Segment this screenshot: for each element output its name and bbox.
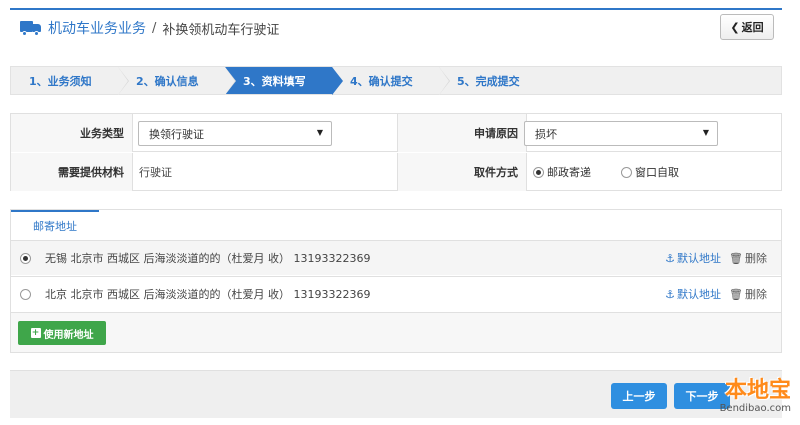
anchor-icon: ⚓ [665,251,676,265]
step-1-label: 1、业务须知 [29,74,92,88]
business-type-label: 业务类型 [11,114,133,152]
set-default-link[interactable]: ⚓ 默认地址 [665,286,721,302]
page-header: 机动车业务业务 / 补换领机动车行驶证 ❮ 返回 [10,10,782,46]
address-text: 北京 北京市 西城区 后海淡淡道的的（杜爱月 收） 13193322369 [45,288,371,301]
plus-icon: + [30,328,41,338]
address-panel: 邮寄地址 无锡 北京市 西城区 后海淡淡道的的（杜爱月 收） 131933223… [10,209,782,353]
step-4: 4、确认提交 [332,67,450,95]
radio-unchecked-icon[interactable] [20,288,31,300]
watermark-logo: 本地宝 Bendibao.com [680,370,795,422]
tab-mailing-address[interactable]: 邮寄地址 [11,210,99,240]
step-3-label: 3、资料填写 [243,74,306,88]
step-1: 1、业务须知 [11,67,129,95]
form-row-1: 业务类型 换领行驶证 ▼ 申请原因 损坏 ▼ [11,114,781,152]
materials-label: 需要提供材料 [11,153,133,191]
pickup-method-radios: 邮政寄递 窗口自取 [533,153,709,191]
delete-label: 删除 [745,288,767,301]
pickup-option-window-label: 窗口自取 [635,166,679,179]
footer-bar: 上一步 下一步 [10,370,782,418]
back-button-label: 返回 [741,21,764,34]
watermark-url: Bendibao.com [719,403,791,414]
anchor-icon: ⚓ [665,287,676,301]
step-progress-bar: 1、业务须知 2、确认信息 3、资料填写 4、确认提交 5、完成提交 [10,66,782,95]
use-new-address-label: 使用新地址 [43,329,94,341]
radio-unchecked-icon[interactable] [621,166,632,178]
set-default-link[interactable]: ⚓ 默认地址 [665,250,721,266]
business-type-select[interactable]: 换领行驶证 ▼ [138,121,332,146]
use-new-address-button[interactable]: + 使用新地址 [18,321,106,345]
materials-value: 行驶证 [139,166,172,179]
address-actions: ⚓ 默认地址 🗑 删除 [657,241,767,275]
set-default-label: 默认地址 [677,252,722,265]
reason-label: 申请原因 [397,114,527,152]
step-5: 5、完成提交 [439,67,546,94]
step-5-label: 5、完成提交 [457,74,520,88]
business-type-value: 换领行驶证 [149,127,204,141]
reason-value: 损坏 [535,127,557,141]
step-4-label: 4、确认提交 [350,74,413,88]
back-button[interactable]: ❮ 返回 [720,14,774,40]
radio-checked-icon[interactable] [20,252,31,264]
step-2-label: 2、确认信息 [136,74,199,88]
address-text: 无锡 北京市 西城区 后海淡淡道的的（杜爱月 收） 13193322369 [45,252,371,265]
pickup-option-window[interactable]: 窗口自取 [621,164,679,180]
page-subtitle: 补换领机动车行驶证 [162,22,280,38]
delete-label: 删除 [745,252,767,265]
previous-step-button[interactable]: 上一步 [611,383,667,409]
pickup-option-postal-label: 邮政寄递 [547,166,591,179]
set-default-label: 默认地址 [677,288,722,301]
watermark-title: 本地宝 [724,377,791,403]
delete-link[interactable]: 🗑 删除 [729,286,767,302]
pickup-method-label: 取件方式 [397,153,527,191]
dropdown-caret-icon: ▼ [702,128,709,137]
pickup-option-postal[interactable]: 邮政寄递 [533,164,591,180]
page: 机动车业务业务 / 补换领机动车行驶证 ❮ 返回 1、业务须知 2、确认信息 3… [0,0,800,425]
add-address-area: + 使用新地址 [11,312,781,352]
chevron-left-icon: ❮ [730,20,740,34]
delete-link[interactable]: 🗑 删除 [729,250,767,266]
truck-icon [20,20,42,36]
breadcrumb-separator: / [152,20,157,36]
address-row[interactable]: 北京 北京市 西城区 后海淡淡道的的（杜爱月 收） 13193322369 ⚓ 默… [11,276,781,311]
address-row[interactable]: 无锡 北京市 西城区 后海淡淡道的的（杜爱月 收） 13193322369 ⚓ 默… [11,240,781,275]
trash-icon: 🗑 [729,287,743,301]
reason-select[interactable]: 损坏 ▼ [524,121,718,146]
page-title: 机动车业务业务 [48,21,146,37]
dropdown-caret-icon: ▼ [316,128,323,137]
trash-icon: 🗑 [729,251,743,265]
step-3-active: 3、资料填写 [225,67,343,95]
step-2: 2、确认信息 [118,67,236,95]
application-form: 业务类型 换领行驶证 ▼ 申请原因 损坏 ▼ 需要提供材料 行驶证 取件方式 邮… [10,113,782,191]
radio-checked-icon[interactable] [533,166,544,178]
address-actions: ⚓ 默认地址 🗑 删除 [657,277,767,311]
form-row-2: 需要提供材料 行驶证 取件方式 邮政寄递 窗口自取 [11,153,781,191]
